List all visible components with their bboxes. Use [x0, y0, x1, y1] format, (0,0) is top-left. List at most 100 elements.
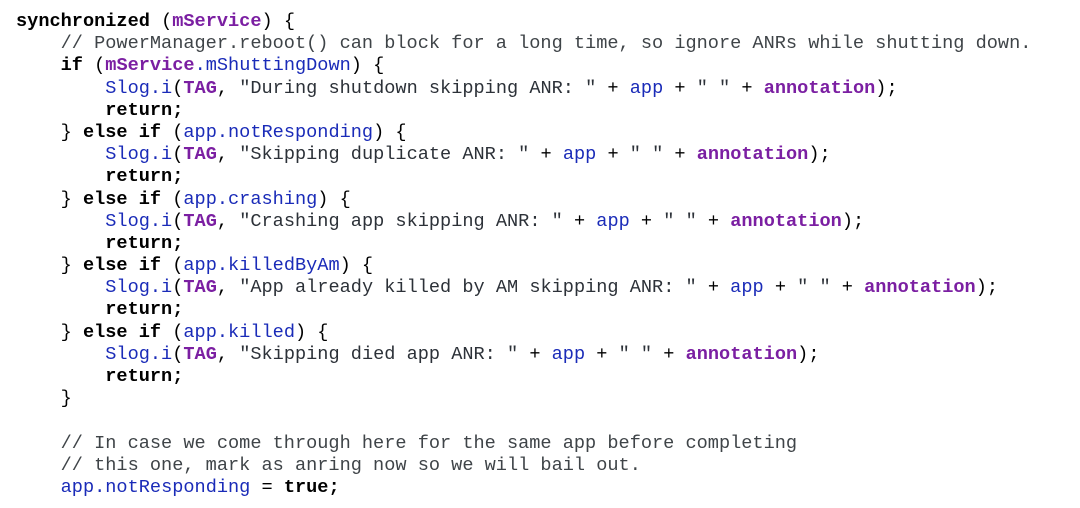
code-token: " " — [696, 77, 731, 99]
code-token: mService — [172, 11, 262, 32]
code-token: "Skipping duplicate ANR: " — [239, 144, 530, 166]
code-token: mService — [105, 55, 195, 77]
code-line: } else if (app.crashing) { — [16, 189, 1080, 211]
code-token: + — [763, 277, 798, 299]
code-token: annotation — [730, 210, 842, 232]
code-token: + — [663, 144, 697, 166]
code-token: TAG — [183, 277, 217, 299]
code-token: ; — [172, 166, 184, 188]
code-token: + — [596, 77, 630, 99]
code-token: + — [696, 277, 731, 299]
code-token: ) { — [350, 55, 385, 77]
code-token: app.killedByAm — [183, 255, 340, 277]
code-token: "During shutdown skipping ANR: " — [239, 77, 597, 99]
code-token: ( — [161, 121, 184, 143]
code-token: " " — [629, 144, 664, 166]
code-token: Slog.i — [105, 210, 173, 232]
code-token: + — [629, 210, 664, 232]
code-line: Slog.i(TAG, "During shutdown skipping AN… — [16, 78, 1080, 100]
code-line: } — [16, 388, 1080, 410]
code-token: Slog.i — [105, 343, 173, 365]
code-token: ( — [172, 210, 184, 232]
code-token: annotation — [685, 343, 798, 365]
code-token: } — [16, 321, 83, 343]
code-token: if — [60, 55, 83, 77]
code-token: "Crashing app skipping ANR: " — [239, 210, 563, 232]
code-line: return; — [16, 233, 1080, 255]
code-token: TAG — [183, 144, 217, 166]
code-token: ); — [797, 343, 820, 365]
code-token: ; — [172, 366, 184, 387]
code-token: ); — [975, 277, 999, 299]
code-token: app — [562, 144, 597, 166]
code-token: " " — [663, 210, 697, 232]
code-token: else if — [82, 321, 162, 343]
code-line: Slog.i(TAG, "Skipping duplicate ANR: " +… — [16, 144, 1080, 166]
code-token: ( — [161, 188, 184, 210]
code-line: // PowerManager.reboot() can block for a… — [16, 33, 1080, 55]
code-line: // In case we come through here for the … — [16, 433, 1080, 455]
code-line: } else if (app.killedByAm) { — [16, 255, 1080, 277]
code-token: } — [16, 388, 72, 410]
code-token: .mShuttingDown — [194, 55, 351, 77]
code-token: ; — [172, 299, 184, 321]
code-editor: synchronized (mService) { // PowerManage… — [0, 0, 1080, 508]
code-token: + — [830, 277, 865, 299]
code-line: } else if (app.killed) { — [16, 322, 1080, 344]
code-token: app — [596, 210, 630, 232]
code-token: ) { — [339, 255, 374, 277]
code-token: "App already killed by AM skipping ANR: … — [239, 277, 697, 299]
code-line: } else if (app.notResponding) { — [16, 122, 1080, 144]
code-token: Slog.i — [105, 144, 173, 166]
code-token: app.notResponding — [183, 121, 374, 143]
code-lines: synchronized (mService) { // PowerManage… — [16, 11, 1080, 499]
code-token: + — [730, 77, 764, 99]
code-token: else if — [82, 121, 162, 143]
code-token: annotation — [763, 77, 876, 99]
code-token: } — [16, 121, 83, 143]
code-token: else if — [82, 188, 162, 210]
code-token: " " — [618, 343, 653, 365]
code-token: TAG — [183, 77, 217, 99]
code-line: // this one, mark as anring now so we wi… — [16, 455, 1080, 477]
code-token: TAG — [183, 343, 217, 365]
code-token: ); — [808, 144, 831, 166]
code-token: // this one, mark as anring now so we wi… — [16, 454, 641, 476]
code-token: Slog.i — [105, 277, 173, 299]
code-token: , — [216, 277, 240, 299]
code-token: , — [216, 343, 240, 365]
code-token: , — [216, 77, 240, 99]
code-token: annotation — [864, 277, 976, 299]
code-token: app — [629, 77, 664, 99]
code-line: if (mService.mShuttingDown) { — [16, 55, 1080, 77]
code-token: ) { — [294, 321, 329, 343]
code-token: app.notResponding — [60, 476, 251, 498]
code-token: ( — [172, 144, 184, 166]
code-token: + — [585, 343, 619, 365]
code-token: return — [105, 366, 173, 387]
code-token: ( — [172, 343, 184, 365]
code-token: return — [105, 99, 173, 121]
code-token: ); — [841, 210, 865, 232]
code-token: , — [216, 210, 240, 232]
code-line: return; — [16, 366, 1080, 388]
code-line: Slog.i(TAG, "Crashing app skipping ANR: … — [16, 211, 1080, 233]
code-token: ) { — [373, 121, 407, 143]
code-token: + — [518, 343, 552, 365]
code-token: ; — [172, 232, 184, 254]
code-token: ) { — [261, 11, 295, 32]
code-token: return — [105, 232, 173, 254]
code-line: synchronized (mService) { — [16, 11, 1080, 33]
code-token: , — [216, 144, 240, 166]
